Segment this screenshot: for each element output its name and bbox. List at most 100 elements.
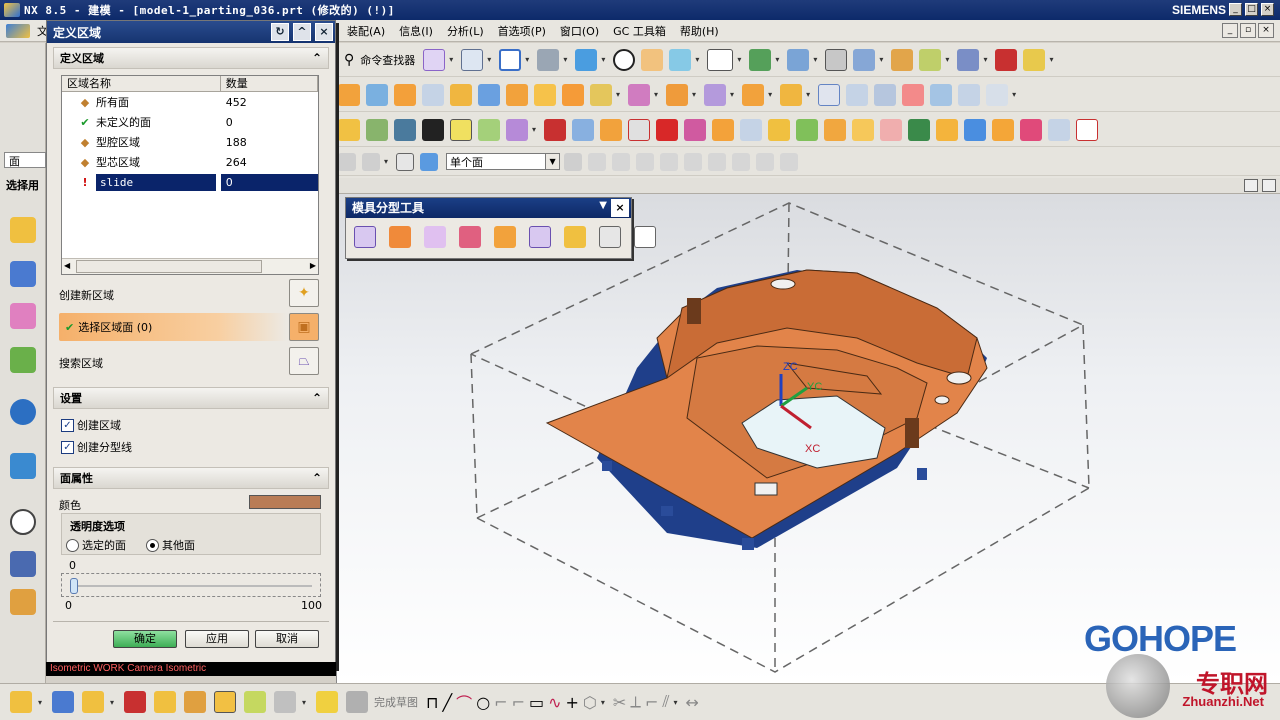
rectangle-icon[interactable]: ▭ <box>529 693 544 712</box>
menu-preferences[interactable]: 首选项(P) <box>491 23 553 39</box>
body-select-icon[interactable] <box>420 152 439 171</box>
radio-selected-face[interactable]: 选定的面 <box>66 537 126 553</box>
snap-existing-point-icon[interactable] <box>732 152 751 171</box>
list-item[interactable]: ! slide 0 <box>62 172 318 192</box>
ejector-pin-icon[interactable] <box>628 118 651 141</box>
system-materials-icon[interactable] <box>10 551 36 577</box>
replace-face-icon[interactable] <box>780 83 803 106</box>
bom-icon[interactable] <box>880 118 903 141</box>
finish-sketch-label[interactable]: 完成草图 <box>374 694 418 710</box>
filter-field[interactable]: 面 <box>4 152 46 168</box>
mold-check-icon[interactable] <box>1048 118 1071 141</box>
assembly-constraint-icon[interactable] <box>124 691 147 713</box>
snap-midpoint-icon[interactable] <box>612 152 631 171</box>
snap-on-curve-icon[interactable] <box>756 152 775 171</box>
swap-model-icon[interactable] <box>529 226 551 248</box>
sweep-icon[interactable] <box>394 83 416 106</box>
runner-icon[interactable] <box>740 118 763 141</box>
extrude-icon[interactable] <box>338 83 360 106</box>
standard-parts-icon[interactable] <box>600 118 623 141</box>
doc-minimize-button[interactable]: _ <box>1222 23 1238 38</box>
select-region-faces[interactable]: ✔ 选择区域面 (0) <box>59 313 287 341</box>
doc-close-button[interactable]: × <box>1258 23 1274 38</box>
arc-icon[interactable]: ⌒ <box>456 690 472 714</box>
ruler-icon[interactable] <box>1023 48 1046 71</box>
sketch-task-icon[interactable] <box>316 691 339 713</box>
view-restore-icon[interactable] <box>1244 179 1258 192</box>
part-navigator-icon[interactable] <box>10 303 36 329</box>
component-icon[interactable] <box>52 691 75 713</box>
section-settings[interactable]: 设置 ⌃ <box>53 387 329 409</box>
collapse-icon[interactable]: ^ <box>293 23 311 41</box>
menu-assemblies[interactable]: 装配(A) <box>340 23 392 39</box>
snap-endpoint-icon[interactable] <box>588 152 607 171</box>
scroll-thumb[interactable] <box>76 260 262 273</box>
cavity-layout-icon[interactable] <box>450 118 472 141</box>
gear-tool-icon[interactable] <box>957 48 980 71</box>
blend-icon[interactable] <box>562 83 584 106</box>
section-define-regions[interactable]: 定义区域 ⌃ <box>53 47 329 69</box>
law-extension-icon[interactable] <box>958 83 981 106</box>
reset-icon[interactable]: ↻ <box>271 23 289 41</box>
transparency-slider[interactable] <box>61 573 321 597</box>
ok-button[interactable]: 确定 <box>113 630 177 648</box>
regions-list[interactable]: 区域名称 数量 ◆ 所有面 452 ✔ 未定义的面 0 ◆ 型腔区域 188 ◆ 型芯区… <box>61 75 319 275</box>
cross-section-icon[interactable] <box>1076 118 1099 141</box>
design-parting-surface-icon[interactable] <box>424 226 446 248</box>
line-icon[interactable]: ╱ <box>443 693 453 712</box>
point-icon[interactable]: + <box>566 693 579 712</box>
select-faces-button[interactable]: ▣ <box>289 313 319 341</box>
app-menu-icon[interactable] <box>6 23 30 38</box>
wcs-orient-icon[interactable] <box>613 48 636 71</box>
extend-icon[interactable]: ⟂ <box>630 692 641 712</box>
column-count[interactable]: 数量 <box>221 76 318 91</box>
web-browser-icon[interactable] <box>10 399 36 425</box>
apply-button[interactable]: 应用 <box>185 630 249 648</box>
define-regions-icon[interactable] <box>389 226 411 248</box>
finish-sketch-icon[interactable] <box>346 691 369 713</box>
horizontal-scrollbar[interactable]: ◀ ▶ <box>62 258 318 274</box>
workpiece-icon[interactable] <box>422 118 444 141</box>
datum-csys-icon[interactable] <box>853 48 876 71</box>
add-component-icon[interactable] <box>82 691 105 713</box>
close-window-button[interactable]: × <box>1261 3 1274 16</box>
info-icon[interactable] <box>461 48 484 71</box>
snap-center-icon[interactable] <box>684 152 703 171</box>
chamfer-sketch-icon[interactable]: ⌐ <box>512 693 525 712</box>
circle-icon[interactable]: ○ <box>476 693 490 712</box>
scroll-right-icon[interactable]: ▶ <box>310 261 316 270</box>
snap-point-icon[interactable] <box>564 152 583 171</box>
minimize-button[interactable]: _ <box>1229 3 1242 16</box>
unused-parts-icon[interactable] <box>1020 118 1043 141</box>
parting-list-icon[interactable] <box>634 226 656 248</box>
edit-patch-icon[interactable] <box>459 226 481 248</box>
mold-tools-icon[interactable] <box>506 118 528 141</box>
create-region-button[interactable]: ✦ <box>289 279 319 307</box>
polygon-icon[interactable]: ⬡ <box>583 693 597 712</box>
menu-analysis[interactable]: 分析(L) <box>440 23 491 39</box>
menu-gc-toolkit[interactable]: GC 工具箱 <box>606 23 673 39</box>
radio-other-faces[interactable]: 其他面 <box>146 537 195 553</box>
sketch-icon[interactable] <box>10 691 32 713</box>
create-regions-checkbox[interactable]: ✓ 创建区域 <box>61 417 121 433</box>
assembly-navigator-icon[interactable] <box>10 217 36 243</box>
list-item[interactable]: ✔ 未定义的面 0 <box>62 112 318 132</box>
snap-icon[interactable] <box>891 48 914 71</box>
shaded-view-icon[interactable] <box>575 48 598 71</box>
parting-navigator-icon[interactable] <box>599 226 621 248</box>
pocket-icon[interactable] <box>824 118 847 141</box>
mold-view-icon[interactable] <box>964 118 987 141</box>
trim-mold-icon[interactable] <box>852 118 875 141</box>
move-icon[interactable] <box>749 48 772 71</box>
family-mold-icon[interactable] <box>478 118 500 141</box>
offset-face-icon[interactable] <box>704 83 727 106</box>
slider-thumb[interactable] <box>70 578 78 594</box>
display-box-icon[interactable] <box>707 48 734 71</box>
mold-base-icon[interactable] <box>572 118 595 141</box>
column-region-name[interactable]: 区域名称 <box>62 76 221 91</box>
maximize-button[interactable]: □ <box>1245 3 1258 16</box>
dialog-close-button[interactable]: × <box>315 23 333 41</box>
pattern-icon[interactable] <box>628 83 651 106</box>
toolbar-options-icon[interactable]: ▼ <box>599 200 607 211</box>
cancel-button[interactable]: 取消 <box>255 630 319 648</box>
